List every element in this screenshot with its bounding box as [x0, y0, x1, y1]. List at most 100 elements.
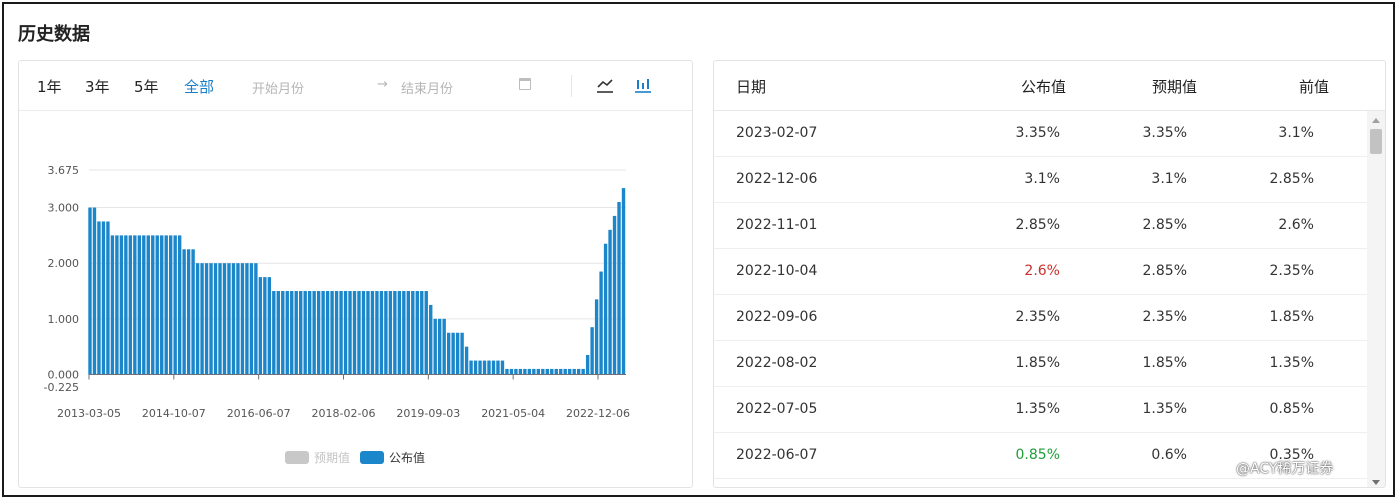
- cell-previous: 2.85%: [1269, 171, 1314, 187]
- bar: [133, 235, 137, 375]
- bar: [406, 291, 410, 375]
- bar-chart-icon[interactable]: [633, 75, 653, 95]
- range-5y-button[interactable]: 5年: [134, 76, 159, 97]
- bar: [411, 291, 415, 375]
- bar: [281, 291, 285, 375]
- header-date: 日期: [736, 78, 767, 96]
- table-row: 2022-10-04 2.6% 2.85% 2.35%: [714, 249, 1369, 295]
- chart-toolbar: 1年 3年 5年 全部 开始月份 → 结束月份: [19, 61, 692, 111]
- range-all-button[interactable]: 全部: [184, 76, 214, 97]
- bar: [568, 368, 572, 375]
- bar: [334, 291, 339, 375]
- calendar-icon[interactable]: [519, 78, 531, 90]
- bar: [97, 221, 101, 375]
- range-arrow-icon: →: [377, 77, 388, 92]
- cell-forecast: 2.85%: [1142, 217, 1187, 233]
- cell-forecast: 3.1%: [1151, 171, 1187, 187]
- legend-swatch-actual: [360, 451, 385, 464]
- bar: [276, 291, 280, 375]
- cell-actual: 3.35%: [1015, 125, 1060, 141]
- bar: [186, 249, 191, 375]
- bar: [379, 291, 384, 375]
- table-row: 2022-09-06 2.35% 2.35% 1.85%: [714, 295, 1369, 341]
- bar: [191, 249, 195, 375]
- header-previous: 前值: [1299, 78, 1330, 96]
- legend-label-forecast: 预期值: [314, 451, 351, 465]
- bar: [263, 277, 267, 375]
- legend-item-actual[interactable]: 公布值: [360, 449, 425, 466]
- bar: [523, 368, 527, 375]
- header-actual: 公布值: [1021, 78, 1067, 96]
- bar: [518, 368, 523, 375]
- section-title: 历史数据: [18, 24, 90, 45]
- bar: [388, 291, 393, 375]
- bar: [290, 291, 294, 375]
- legend-swatch-forecast: [285, 451, 309, 464]
- bar: [384, 291, 388, 375]
- scroll-thumb[interactable]: [1370, 129, 1382, 154]
- history-bar-chart: -0.2250.000 1.000 2.000 3.000 3.675 2013-03-0…: [44, 164, 630, 420]
- bar: [585, 355, 590, 375]
- bar: [245, 263, 249, 375]
- line-chart-icon[interactable]: [595, 75, 615, 95]
- bar: [429, 304, 433, 375]
- table-scrollbar[interactable]: [1367, 111, 1385, 487]
- bar: [272, 291, 276, 375]
- bar: [348, 291, 352, 375]
- bar: [200, 263, 204, 375]
- bar: [442, 318, 446, 375]
- table-row: 2022-08-02 1.85% 1.85% 1.35%: [714, 341, 1369, 387]
- bar: [164, 235, 168, 375]
- bar: [509, 368, 514, 375]
- bar: [115, 235, 119, 375]
- range-1y-button[interactable]: 1年: [37, 76, 62, 97]
- cell-actual: 1.85%: [1015, 355, 1060, 371]
- scroll-down-icon[interactable]: [1372, 480, 1380, 485]
- bar: [366, 291, 370, 375]
- cell-forecast: 0.6%: [1151, 447, 1187, 463]
- bar: [559, 368, 563, 375]
- history-table-panel: 日期 公布值 预期值 前值 2023-02-07 3.35% 3.35% 3.1% 20…: [713, 60, 1386, 488]
- start-month-input[interactable]: 开始月份: [252, 78, 304, 97]
- cell-date: 2022-11-01: [736, 217, 818, 233]
- bar: [258, 277, 263, 375]
- bar: [612, 215, 617, 375]
- cell-date: 2022-08-02: [736, 355, 818, 371]
- bar: [155, 235, 159, 375]
- scroll-up-icon[interactable]: [1372, 118, 1380, 123]
- legend-label-actual: 公布值: [389, 451, 426, 465]
- bar: [545, 368, 549, 375]
- bar: [478, 360, 482, 375]
- x-tick-label: 2018-02-06: [312, 407, 376, 420]
- legend-item-forecast[interactable]: 预期值: [285, 449, 350, 466]
- table-row: 2022-12-06 3.1% 3.1% 2.85%: [714, 157, 1369, 203]
- range-3y-button[interactable]: 3年: [85, 76, 110, 97]
- x-tick-label: 2021-05-04: [481, 407, 545, 420]
- bar: [312, 291, 316, 375]
- bar: [101, 221, 106, 375]
- bar: [213, 263, 218, 375]
- cell-actual: 0.85%: [1015, 447, 1060, 463]
- bar: [599, 271, 603, 375]
- bar: [608, 229, 612, 375]
- y-tick-label: 0.000: [48, 368, 80, 381]
- cell-date: 2023-02-07: [736, 125, 818, 141]
- bar: [514, 368, 518, 375]
- end-month-input[interactable]: 结束月份: [401, 78, 453, 97]
- cell-forecast: 2.35%: [1142, 309, 1187, 325]
- bar: [330, 291, 334, 375]
- bar: [532, 368, 536, 375]
- cell-forecast: 1.85%: [1142, 355, 1187, 371]
- bar: [119, 235, 124, 375]
- bar: [541, 368, 545, 375]
- bar: [469, 360, 473, 375]
- bar: [491, 360, 496, 375]
- bar: [594, 299, 599, 375]
- y-tick-label: 2.000: [48, 257, 80, 270]
- bar: [204, 263, 209, 375]
- cell-actual: 3.1%: [1024, 171, 1060, 187]
- y-tick-label: 1.000: [48, 313, 80, 326]
- history-data-card: 历史数据 1年 3年 5年 全部 开始月份 → 结束月份 -0.225 0.000…: [2, 2, 1395, 497]
- header-forecast: 预期值: [1152, 78, 1198, 96]
- bar: [473, 360, 478, 375]
